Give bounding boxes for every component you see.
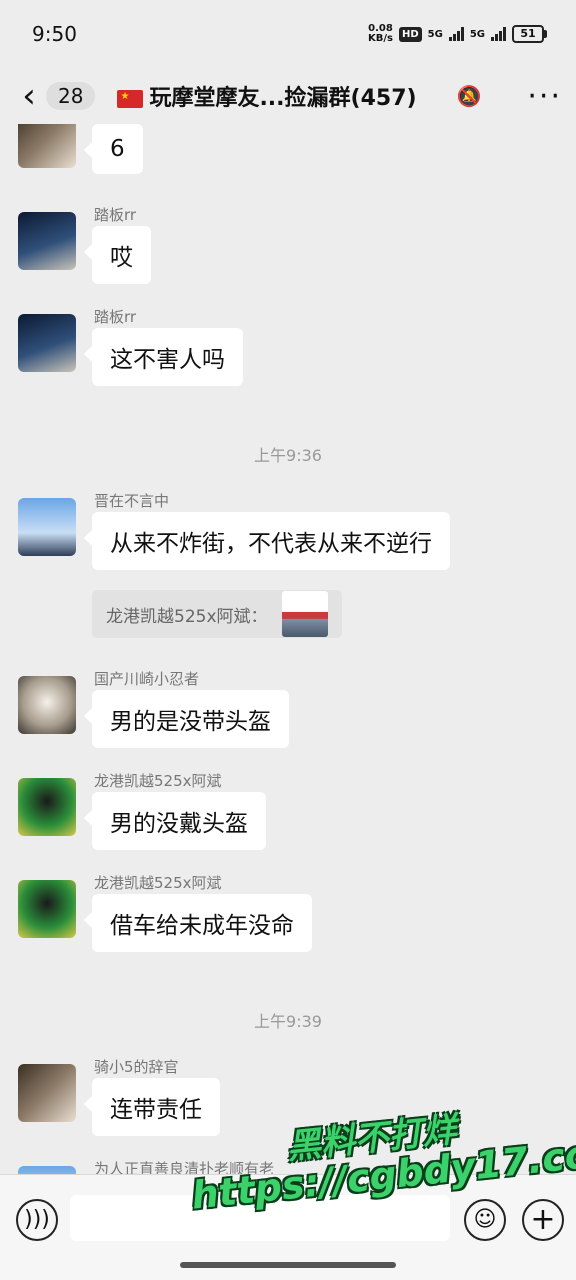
chat-header: ‹ 28 玩摩堂摩友...捡漏群(457) 🔕 ···: [0, 68, 576, 124]
avatar[interactable]: [18, 1166, 76, 1174]
mute-bell-icon: 🔕: [456, 84, 482, 108]
message-bubble[interactable]: 借车给未成年没命: [84, 894, 312, 952]
message-item: 踏板rr 这不害人吗: [18, 308, 558, 394]
avatar[interactable]: [18, 676, 76, 734]
sender-name: 为人正直善良清扑老顺有老: [94, 1160, 275, 1174]
chat-title[interactable]: 玩摩堂摩友...捡漏群(457): [117, 80, 456, 112]
avatar[interactable]: [18, 124, 76, 168]
sender-name: 龙港凯越525x阿斌: [94, 772, 222, 790]
avatar[interactable]: [18, 880, 76, 938]
unread-badge[interactable]: 28: [46, 82, 96, 110]
chat-title-text: 玩摩堂摩友...捡漏群(457): [149, 86, 417, 111]
sender-name: 国产川崎小忍者: [94, 670, 200, 688]
hd-icon: HD: [398, 26, 422, 42]
message-item: 骑小5的辞官 连带责任: [18, 1058, 558, 1144]
avatar[interactable]: [18, 498, 76, 556]
emoji-icon[interactable]: ☺: [464, 1199, 506, 1241]
avatar[interactable]: [18, 1064, 76, 1122]
message-bubble[interactable]: 哎: [84, 226, 151, 284]
sim1-label: 5G: [427, 28, 443, 40]
chat-list[interactable]: 6 踏板rr 哎 踏板rr 这不害人吗 上午9:36 晋在不言中 从来不炸街，不…: [0, 124, 576, 1174]
message-item: 晋在不言中 从来不炸街，不代表从来不逆行 龙港凯越525x阿斌：: [18, 492, 558, 658]
quoted-text: 龙港凯越525x阿斌：: [106, 606, 268, 627]
china-flag-icon: [117, 90, 144, 108]
sender-name: 龙港凯越525x阿斌: [94, 874, 222, 892]
signal-icon-2: [491, 27, 506, 41]
timestamp: 上午9:36: [254, 446, 322, 465]
message-bubble[interactable]: 连带责任: [84, 1078, 220, 1136]
sender-name: 踏板rr: [94, 308, 137, 326]
back-arrow-icon[interactable]: ‹: [14, 76, 44, 116]
timestamp: 上午9:39: [254, 1012, 322, 1031]
plus-icon[interactable]: +: [522, 1199, 564, 1241]
home-indicator: [180, 1262, 396, 1268]
sender-name: 骑小5的辞官: [94, 1058, 179, 1076]
sender-name: 踏板rr: [94, 206, 137, 224]
quoted-image-thumbnail: [281, 591, 328, 637]
voice-input-icon[interactable]: ))): [16, 1199, 58, 1241]
sim2-label: 5G: [469, 28, 485, 40]
message-bubble[interactable]: 6: [84, 124, 143, 174]
message-bubble[interactable]: 这不害人吗: [84, 328, 243, 386]
avatar[interactable]: [18, 778, 76, 836]
status-icons: 0.08 KB/s HD 5G 5G 51: [368, 23, 547, 44]
battery-icon: 51: [512, 25, 547, 43]
message-bubble[interactable]: 男的没戴头盔: [84, 792, 266, 850]
message-bubble[interactable]: 从来不炸街，不代表从来不逆行: [84, 512, 450, 570]
status-time: 9:50: [32, 22, 77, 46]
avatar[interactable]: [18, 212, 76, 270]
more-options-icon[interactable]: ···: [527, 79, 562, 114]
sender-name: 晋在不言中: [94, 492, 170, 510]
message-item: 6: [18, 124, 558, 190]
message-item: 国产川崎小忍者 男的是没带头盔: [18, 670, 558, 756]
message-bubble[interactable]: 男的是没带头盔: [84, 690, 289, 748]
message-item: 龙港凯越525x阿斌 男的没戴头盔: [18, 772, 558, 858]
status-bar: 9:50 0.08 KB/s HD 5G 5G 51: [0, 0, 576, 68]
message-input[interactable]: [70, 1195, 450, 1241]
quoted-message[interactable]: 龙港凯越525x阿斌：: [92, 590, 342, 638]
message-item: 为人正直善良清扑老顺有老: [18, 1160, 558, 1174]
avatar[interactable]: [18, 314, 76, 372]
message-item: 踏板rr 哎: [18, 206, 558, 292]
signal-icon: [448, 27, 464, 41]
message-item: 龙港凯越525x阿斌 借车给未成年没命: [18, 874, 558, 960]
network-speed: 0.08 KB/s: [368, 23, 393, 44]
